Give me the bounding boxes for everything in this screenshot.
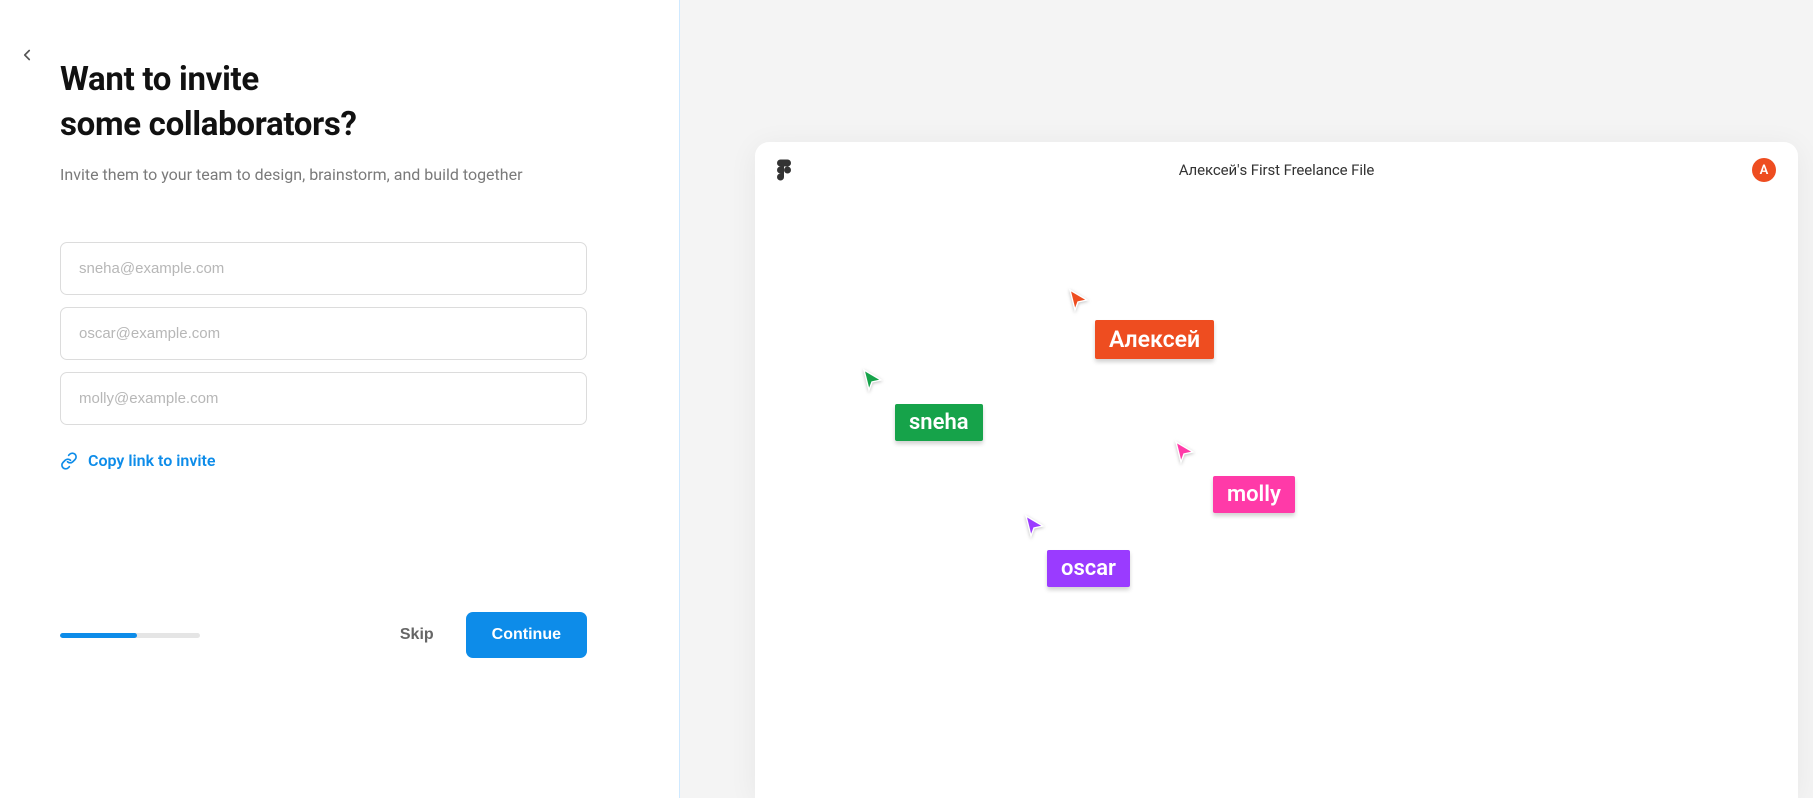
canvas-body: Алексей sneha molly <box>755 198 1798 798</box>
cursor-name-tag: oscar <box>1047 550 1130 587</box>
avatar[interactable]: A <box>1752 158 1776 182</box>
cursor-molly: molly <box>1173 440 1197 464</box>
back-button[interactable] <box>18 46 42 70</box>
email-input-3[interactable] <box>60 372 587 425</box>
figma-logo-icon <box>777 159 791 181</box>
copy-link-label: Copy link to invite <box>88 451 215 470</box>
cursor-main-user: Алексей <box>1067 288 1091 312</box>
cursor-pointer-icon <box>861 368 885 392</box>
email-input-2[interactable] <box>60 307 587 360</box>
footer-buttons: Skip Continue <box>388 612 587 658</box>
cursor-name-tag: sneha <box>895 404 983 441</box>
page-heading: Want to invite some collaborators? <box>60 58 619 147</box>
file-title: Алексей's First Freelance File <box>1179 161 1375 179</box>
canvas-header: Алексей's First Freelance File A <box>755 142 1798 198</box>
email-input-1[interactable] <box>60 242 587 295</box>
email-inputs-group <box>60 242 619 425</box>
cursor-pointer-icon <box>1023 514 1047 538</box>
cursor-sneha: sneha <box>861 368 885 392</box>
link-icon <box>60 452 78 470</box>
onboarding-footer: Skip Continue <box>60 612 587 658</box>
avatar-letter: A <box>1760 163 1769 178</box>
progress-bar <box>60 633 200 638</box>
canvas-card: Алексей's First Freelance File A Алексей <box>755 142 1798 798</box>
chevron-left-icon <box>18 46 36 64</box>
progress-fill <box>60 633 137 638</box>
cursor-pointer-icon <box>1067 288 1091 312</box>
preview-pane: Алексей's First Freelance File A Алексей <box>680 0 1813 798</box>
cursor-name-tag: Алексей <box>1095 320 1214 359</box>
continue-button[interactable]: Continue <box>466 612 587 658</box>
skip-button[interactable]: Skip <box>388 616 446 654</box>
cursor-oscar: oscar <box>1023 514 1047 538</box>
cursor-name-tag: molly <box>1213 476 1295 513</box>
onboarding-left-pane: Want to invite some collaborators? Invit… <box>0 0 680 798</box>
heading-line-1: Want to invite <box>60 60 259 99</box>
page-subtitle: Invite them to your team to design, brai… <box>60 165 619 184</box>
copy-link-button[interactable]: Copy link to invite <box>60 451 215 470</box>
heading-line-2: some collaborators? <box>60 105 357 144</box>
cursor-pointer-icon <box>1173 440 1197 464</box>
